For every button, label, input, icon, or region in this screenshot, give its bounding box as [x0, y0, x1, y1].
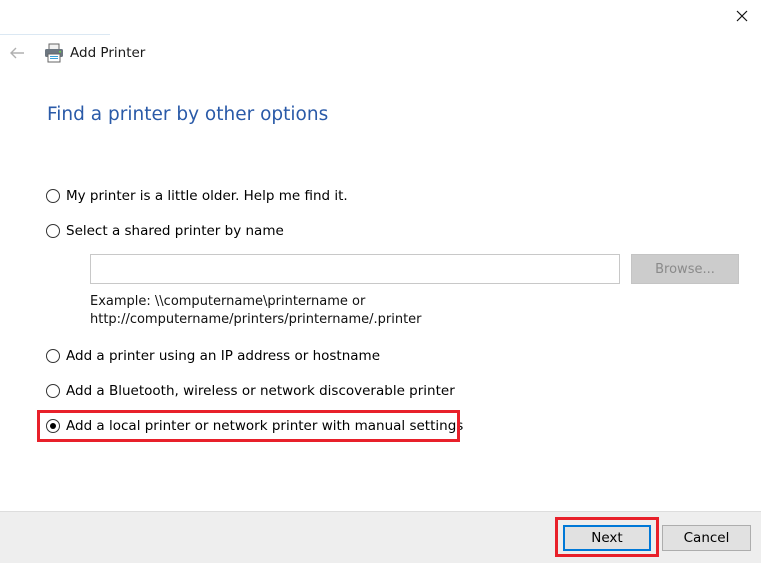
option-label: Add a Bluetooth, wireless or network dis…: [66, 383, 455, 399]
radio-button[interactable]: [46, 224, 60, 238]
option-label: Add a local printer or network printer w…: [66, 418, 464, 434]
option-label: Add a printer using an IP address or hos…: [66, 348, 381, 364]
option-older-printer[interactable]: My printer is a little older. Help me fi…: [46, 186, 348, 206]
option-ip-address[interactable]: Add a printer using an IP address or hos…: [46, 346, 380, 366]
next-button[interactable]: Next: [563, 525, 651, 551]
radio-button[interactable]: [46, 384, 60, 398]
back-button[interactable]: [7, 44, 27, 62]
close-icon: [736, 10, 748, 22]
example-line-2: http://computername/printers/printername…: [90, 312, 422, 327]
close-button[interactable]: [728, 4, 756, 28]
option-local-manual[interactable]: Add a local printer or network printer w…: [46, 416, 463, 436]
option-label: My printer is a little older. Help me fi…: [66, 188, 348, 204]
browse-button[interactable]: Browse...: [631, 254, 739, 284]
example-text: Example: \\computername\printername or h…: [90, 293, 422, 329]
back-arrow-icon: [10, 47, 24, 59]
page-heading: Find a printer by other options: [47, 104, 329, 125]
window-title: Add Printer: [70, 45, 146, 61]
radio-button[interactable]: [46, 349, 60, 363]
printer-icon: [45, 43, 63, 63]
shared-printer-name-input[interactable]: [90, 254, 620, 284]
example-line-1: Example: \\computername\printername or: [90, 294, 366, 309]
cancel-button[interactable]: Cancel: [662, 525, 751, 551]
option-shared-printer[interactable]: Select a shared printer by name: [46, 221, 284, 241]
option-bluetooth-wireless[interactable]: Add a Bluetooth, wireless or network dis…: [46, 381, 455, 401]
title-bar-divider: [0, 34, 110, 35]
radio-button[interactable]: [46, 189, 60, 203]
option-label: Select a shared printer by name: [66, 223, 284, 239]
radio-button-checked[interactable]: [46, 419, 60, 433]
